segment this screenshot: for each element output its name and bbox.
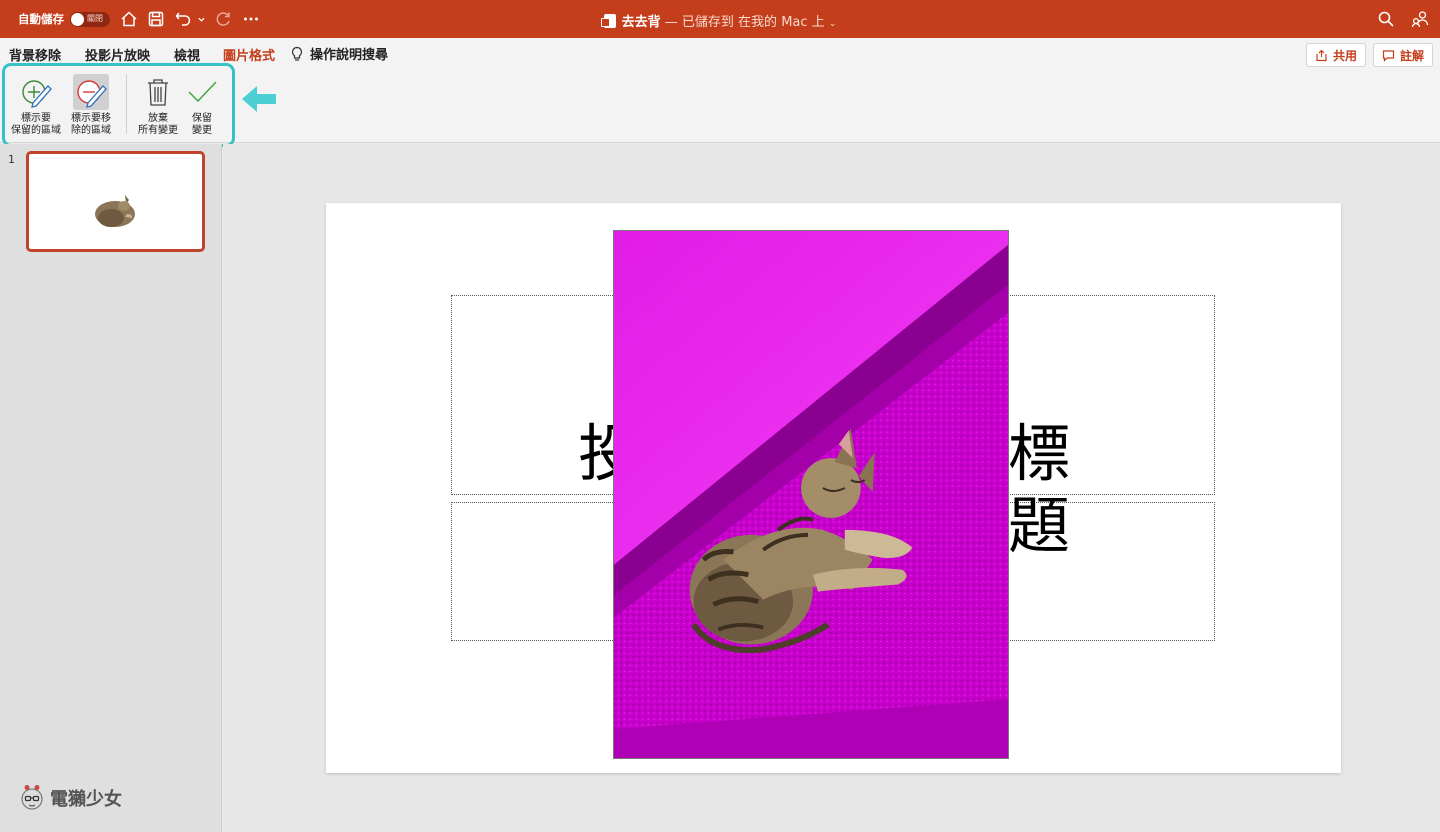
tab-picture-format[interactable]: 圖片格式 <box>223 45 275 64</box>
title-bar: 自動儲存 關閉 去去背 — 已儲存到 在我的 Mac 上 ⌄ <box>0 0 1440 38</box>
comment-button[interactable]: 註解 <box>1373 43 1434 67</box>
lightbulb-icon <box>291 46 303 61</box>
annotation-highlight-box <box>2 63 235 147</box>
slide-thumbnail[interactable] <box>26 151 205 252</box>
comment-label: 註解 <box>1400 48 1425 63</box>
cat-photo-with-removal-overlay <box>614 231 1008 758</box>
tell-me-search[interactable]: 操作說明搜尋 <box>290 44 388 63</box>
watermark: 電獺少女 <box>20 784 122 812</box>
share-icon <box>1316 49 1327 61</box>
title-text-left: 投 <box>578 418 618 490</box>
title-chevron-down-icon: ⌄ <box>828 19 837 29</box>
watermark-text: 電獺少女 <box>50 789 122 810</box>
share-people-icon[interactable] <box>1409 8 1431 30</box>
slide-number: 1 <box>8 153 15 166</box>
search-icon[interactable] <box>1375 8 1397 30</box>
background-removal-picture[interactable] <box>613 230 1009 759</box>
share-label: 共用 <box>1333 48 1358 63</box>
tab-background-removal[interactable]: 背景移除 <box>9 45 61 64</box>
tell-me-label: 操作說明搜尋 <box>310 48 389 63</box>
tab-view[interactable]: 檢視 <box>174 45 200 64</box>
save-status: — 已儲存到 在我的 Mac 上 <box>664 15 825 30</box>
annotation-arrow-left-icon <box>242 86 276 112</box>
document-title[interactable]: 去去背 — 已儲存到 在我的 Mac 上 ⌄ <box>0 11 1440 30</box>
share-button[interactable]: 共用 <box>1306 43 1367 67</box>
thumbnail-cat-image <box>95 195 135 227</box>
comment-icon <box>1382 49 1395 62</box>
title-text-right: 標題 <box>1008 418 1071 562</box>
powerpoint-doc-icon <box>600 14 616 28</box>
watermark-otter-logo-icon <box>21 785 43 810</box>
doc-name: 去去背 <box>621 15 661 30</box>
tab-slideshow[interactable]: 投影片放映 <box>85 45 150 64</box>
